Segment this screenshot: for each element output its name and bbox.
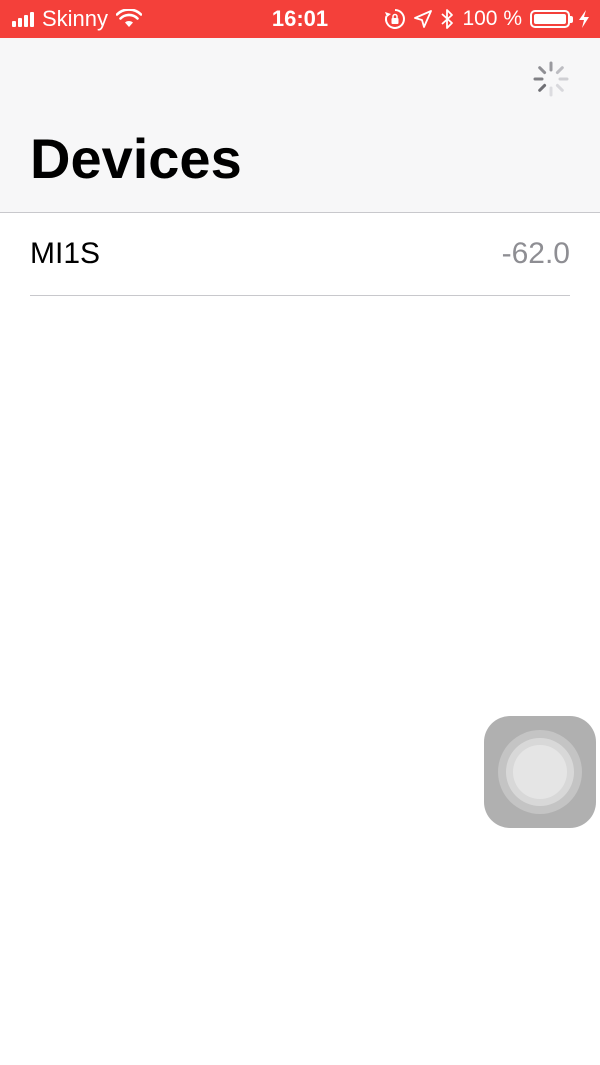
status-right: 100 % (384, 0, 590, 38)
bluetooth-icon (441, 9, 454, 29)
battery-icon (530, 10, 573, 28)
battery-percent: 100 % (462, 7, 522, 30)
page-title: Devices (30, 127, 242, 190)
spinner-icon (533, 61, 569, 97)
location-icon (414, 10, 433, 28)
device-name: MI1S (30, 237, 101, 270)
rotation-lock-icon (385, 9, 406, 29)
charging-icon (579, 10, 589, 28)
assistive-touch-button[interactable] (484, 716, 596, 828)
device-signal-value: -62.0 (501, 237, 570, 270)
navigation-bar: Devices (0, 38, 600, 213)
assistive-touch-icon (498, 730, 582, 814)
status-bar: Skinny 16:01 100 % (0, 0, 600, 38)
device-row[interactable]: MI1S -62.0 (30, 213, 570, 296)
